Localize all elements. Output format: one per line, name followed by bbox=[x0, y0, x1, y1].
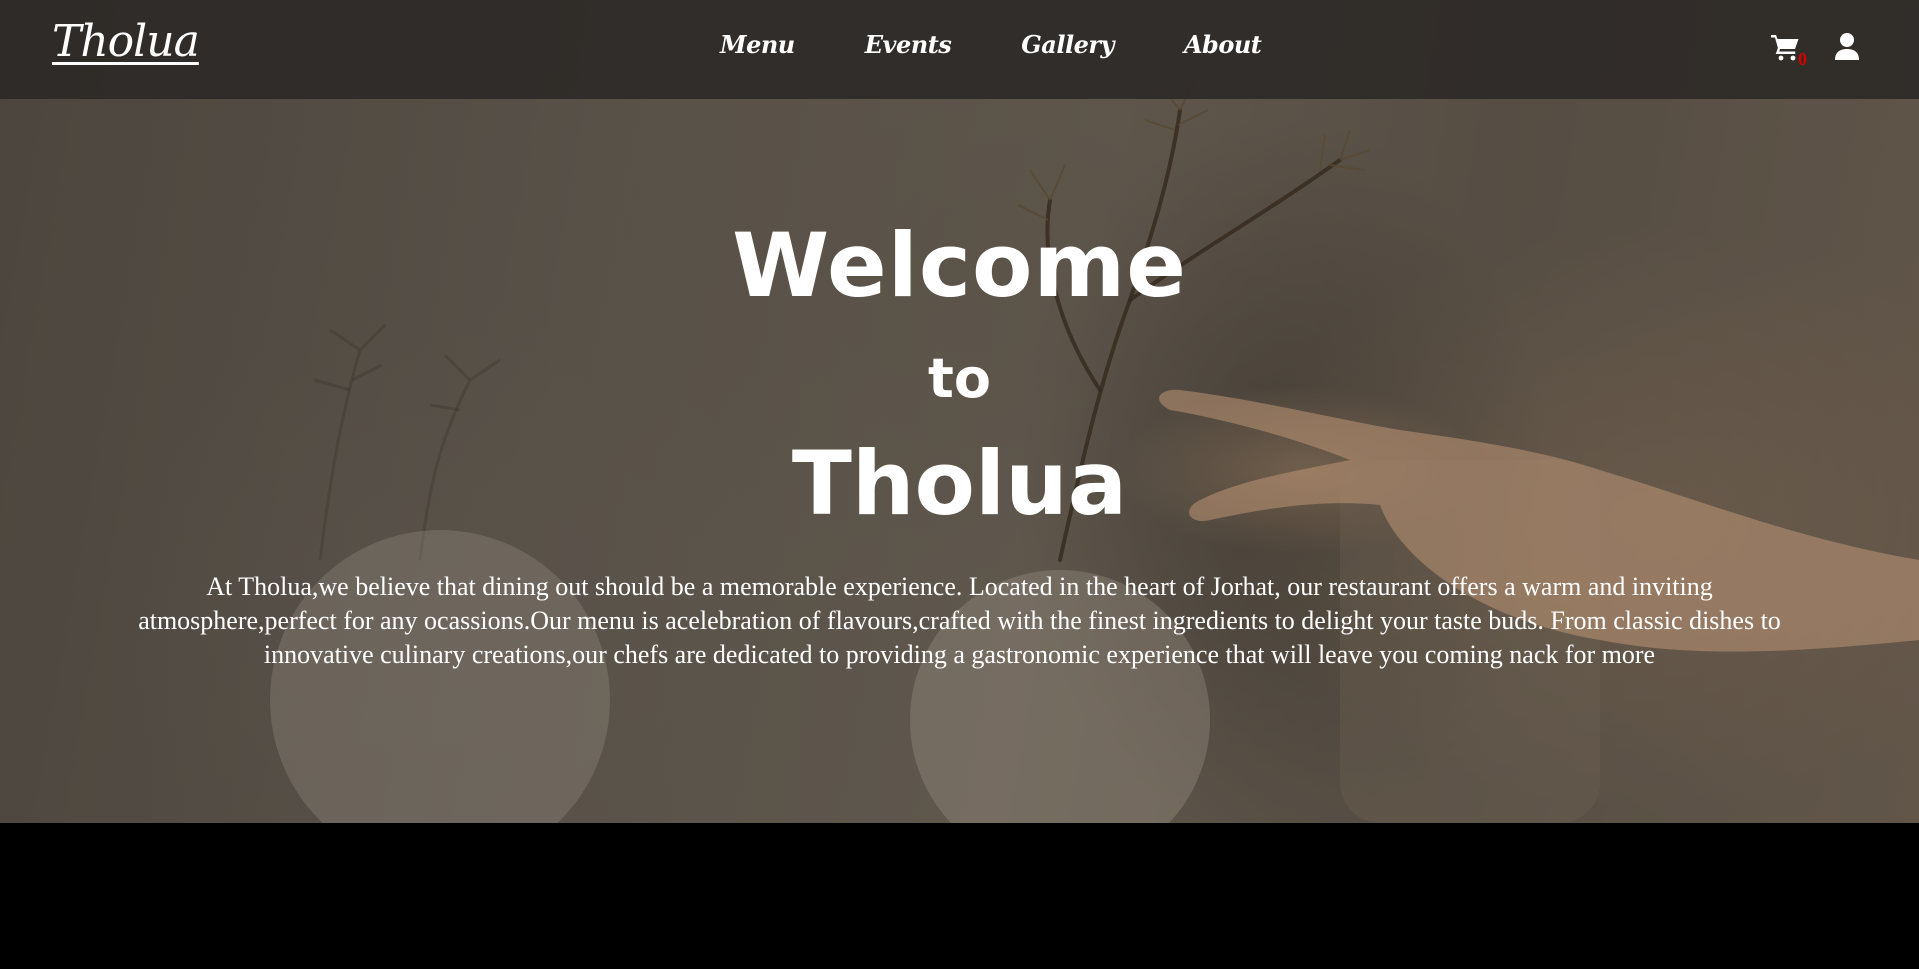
shopping-cart-icon[interactable] bbox=[1770, 32, 1800, 62]
hero-description: At Tholua,we believe that dining out sho… bbox=[138, 572, 1781, 669]
hero-heading-to: to bbox=[928, 347, 991, 410]
hero-heading-name: Tholua bbox=[791, 432, 1128, 535]
nav-link-gallery[interactable]: Gallery bbox=[1021, 30, 1114, 59]
hero-background-image bbox=[270, 79, 1919, 823]
brand-logo[interactable]: Tholua bbox=[52, 16, 200, 67]
hero-heading-welcome: Welcome bbox=[732, 214, 1187, 317]
nav-link-about[interactable]: About bbox=[1184, 30, 1262, 59]
nav-link-events[interactable]: Events bbox=[865, 30, 952, 59]
nav-links: Menu Events Gallery About bbox=[720, 30, 1262, 59]
user-icon[interactable] bbox=[1834, 32, 1860, 62]
hero-section bbox=[0, 0, 1919, 823]
cart-count-badge: 0 bbox=[1798, 49, 1807, 69]
navbar: Tholua Menu Events Gallery About 0 bbox=[0, 0, 1919, 99]
nav-link-menu[interactable]: Menu bbox=[720, 30, 795, 59]
